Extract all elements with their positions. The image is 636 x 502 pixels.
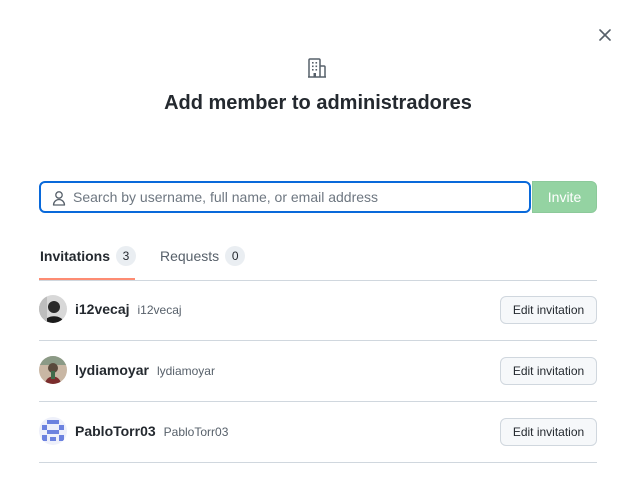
invitations-count-badge: 3 [116,246,137,266]
x-icon [599,29,611,41]
search-input[interactable] [73,187,523,207]
invitation-row: i12vecaj i12vecaj Edit invitation [39,280,597,341]
avatar[interactable] [39,356,67,384]
member-name: PabloTorr03 PabloTorr03 [75,423,228,439]
identicon-avatar [39,417,67,445]
tab-requests[interactable]: Requests 0 [160,233,246,279]
user-photo-avatar [39,295,67,323]
edit-invitation-button[interactable]: Edit invitation [500,357,597,385]
invitation-row: lydiamoyar lydiamoyar Edit invitation [39,341,597,402]
display-name[interactable]: PabloTorr03 [75,423,156,439]
organization-icon [308,58,326,78]
requests-count-badge: 0 [225,246,246,266]
tab-label: Invitations [40,248,111,264]
edit-invitation-button[interactable]: Edit invitation [500,418,597,446]
search-box[interactable] [39,181,531,213]
tab-invitations[interactable]: Invitations 3 [39,233,137,280]
display-name[interactable]: i12vecaj [75,301,130,317]
login-name: PabloTorr03 [163,425,229,439]
invitation-list: i12vecaj i12vecaj Edit invitation lydiam… [39,280,597,463]
invitation-row: PabloTorr03 PabloTorr03 Edit invitation [39,402,597,463]
tab-label: Requests [160,248,220,264]
invite-button[interactable]: Invite [532,181,597,213]
member-name: i12vecaj i12vecaj [75,301,182,317]
avatar[interactable] [39,417,67,445]
dialog-title: Add member to administradores [164,92,472,114]
edit-invitation-button[interactable]: Edit invitation [500,296,597,324]
login-name: i12vecaj [137,303,182,317]
tab-nav: Invitations 3 Requests 0 [39,233,597,281]
close-button[interactable] [596,26,614,44]
member-search-form: Invite [39,181,597,213]
login-name: lydiamoyar [156,364,215,378]
avatar[interactable] [39,295,67,323]
display-name[interactable]: lydiamoyar [75,362,149,378]
member-name: lydiamoyar lydiamoyar [75,362,215,378]
person-icon [52,191,66,206]
user-photo-avatar [39,356,67,384]
